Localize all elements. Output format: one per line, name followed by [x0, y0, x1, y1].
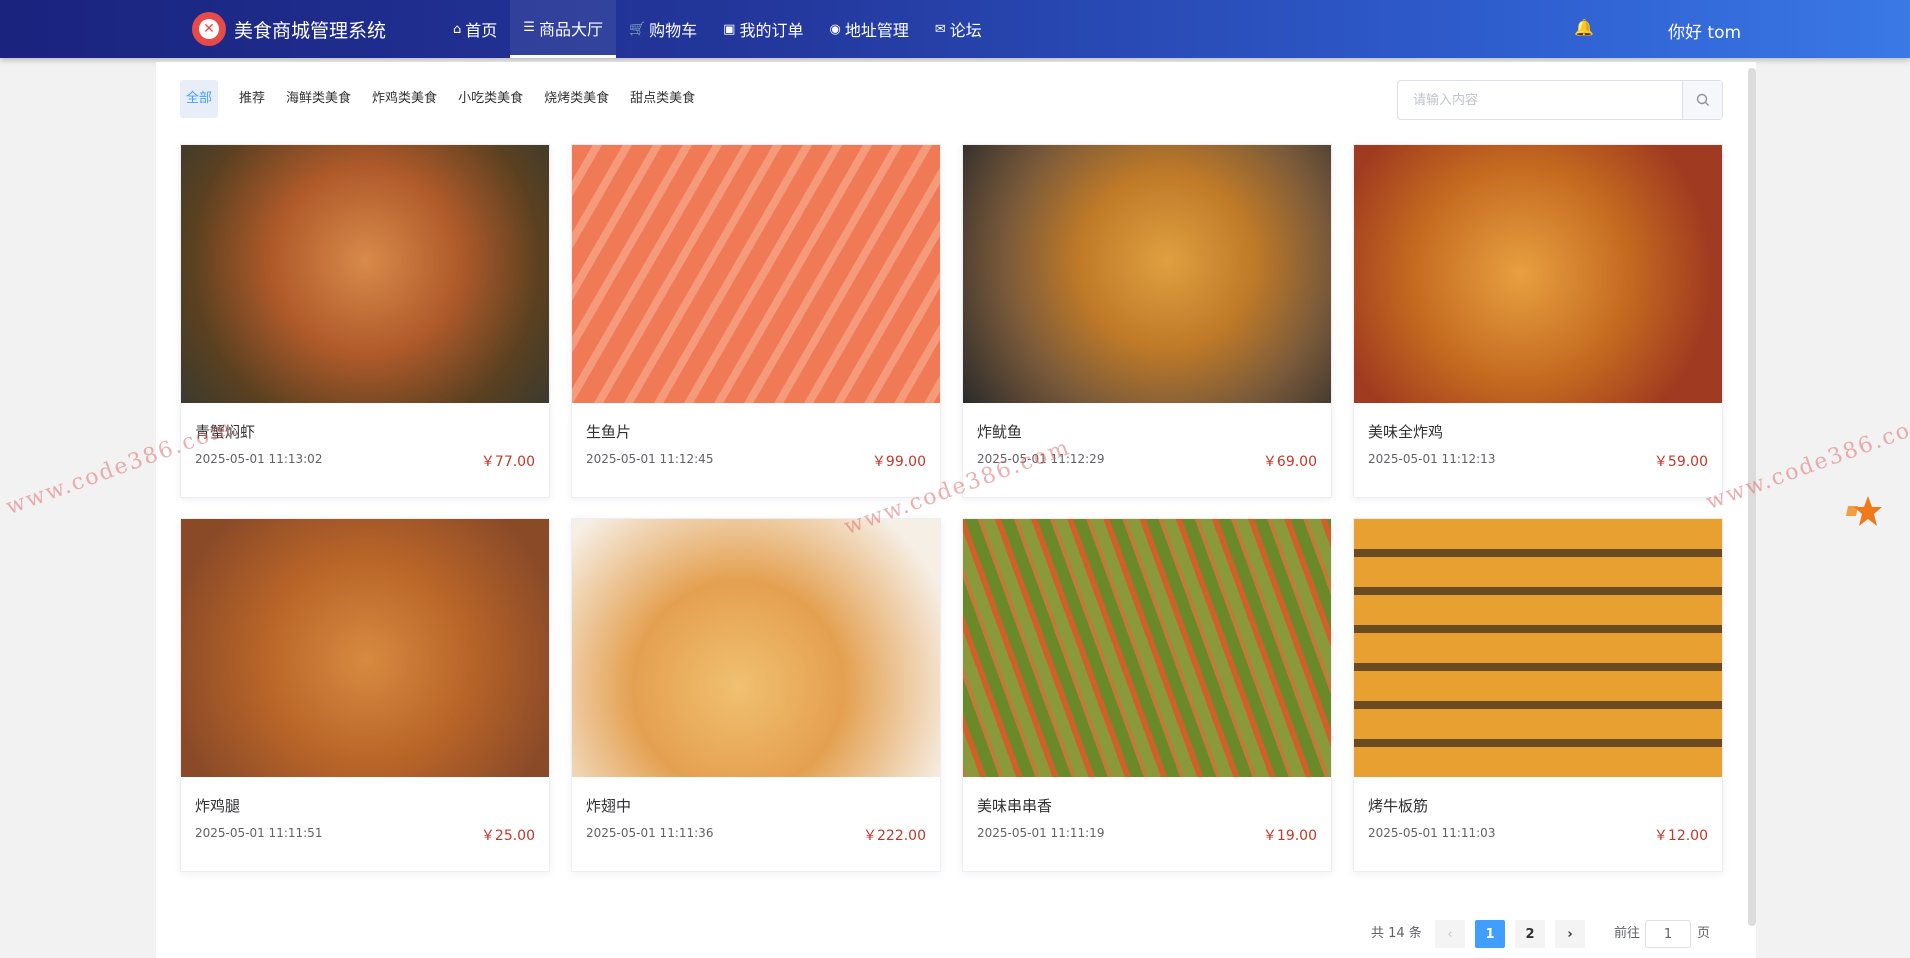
product-image[interactable] [181, 145, 549, 403]
product-time: 2025-05-01 11:11:36 [586, 826, 714, 840]
nav-cart[interactable]: 🛒 购物车 [616, 0, 710, 58]
product-card[interactable]: 青蟹焖虾 2025-05-01 11:13:02 ￥77.00 [180, 144, 550, 498]
nav-forum[interactable]: ✉ 论坛 [922, 0, 995, 58]
page-button-2[interactable]: 2 [1515, 920, 1545, 948]
product-card[interactable]: 炸鸡腿 2025-05-01 11:11:51 ￥25.00 [180, 518, 550, 872]
nav-cart-label: 购物车 [649, 21, 698, 40]
cc-icon: ▣ [723, 21, 736, 37]
main-nav: ⌂ 首页 ☰ 商品大厅 🛒 购物车 ▣ 我的订单 ◉ 地址管理 ✉ 论坛 [440, 0, 995, 58]
pagination-total: 共 14 条 [1371, 926, 1422, 941]
product-image[interactable] [1354, 145, 1722, 403]
prev-page-button[interactable]: ‹ [1435, 920, 1465, 948]
product-time: 2025-05-01 11:12:13 [1368, 452, 1496, 466]
user-greeting[interactable]: 你好 tom [1668, 18, 1741, 43]
page-button-1[interactable]: 1 [1475, 920, 1505, 948]
cart-icon: 🛒 [628, 21, 646, 37]
goto-suffix: 页 [1697, 926, 1711, 941]
product-name: 美味串串香 [977, 797, 1053, 815]
product-price: ￥69.00 [1262, 454, 1317, 470]
next-page-button[interactable]: › [1555, 920, 1585, 948]
list-icon: ☰ [523, 20, 535, 35]
goto-prefix: 前往 [1614, 926, 1641, 941]
top-navbar: ✕ 美食商城管理系统 ⌂ 首页 ☰ 商品大厅 🛒 购物车 ▣ 我的订单 ◉ 地址… [0, 0, 1910, 58]
nav-address-label: 地址管理 [844, 21, 909, 40]
nav-forum-label: 论坛 [949, 21, 982, 40]
search-button[interactable] [1682, 81, 1722, 119]
mail-icon: ✉ [934, 21, 946, 37]
category-recommend[interactable]: 推荐 [239, 80, 265, 118]
home-icon: ⌂ [453, 21, 462, 37]
logo-icon: ✕ [192, 12, 226, 46]
product-time: 2025-05-01 11:11:03 [1368, 826, 1496, 840]
product-name: 美味全炸鸡 [1368, 423, 1444, 441]
product-card[interactable]: 美味全炸鸡 2025-05-01 11:12:13 ￥59.00 [1353, 144, 1723, 498]
product-price: ￥99.00 [871, 454, 926, 470]
product-image[interactable] [963, 519, 1331, 777]
category-fried-chicken[interactable]: 炸鸡类美食 [372, 80, 437, 118]
product-image[interactable] [572, 145, 940, 403]
product-card[interactable]: 炸翅中 2025-05-01 11:11:36 ￥222.00 [571, 518, 941, 872]
favorite-star-icon[interactable] [1842, 492, 1882, 532]
product-time: 2025-05-01 11:11:51 [195, 826, 323, 840]
app-title: 美食商城管理系统 [234, 20, 387, 42]
product-time: 2025-05-01 11:11:19 [977, 826, 1105, 840]
category-all[interactable]: 全部 [180, 80, 219, 118]
product-image[interactable] [963, 145, 1331, 403]
product-time: 2025-05-01 11:12:45 [586, 452, 714, 466]
goto-page-input[interactable] [1645, 920, 1691, 948]
product-price: ￥77.00 [480, 454, 535, 470]
nav-home[interactable]: ⌂ 首页 [440, 0, 510, 58]
bell-icon[interactable]: 🔔 [1574, 18, 1594, 37]
search-box [1397, 80, 1723, 120]
product-price: ￥12.00 [1653, 828, 1708, 844]
product-card[interactable]: 炸鱿鱼 2025-05-01 11:12:29 ￥69.00 [962, 144, 1332, 498]
product-image[interactable] [181, 519, 549, 777]
product-price: ￥25.00 [480, 828, 535, 844]
product-card[interactable]: 生鱼片 2025-05-01 11:12:45 ￥99.00 [571, 144, 941, 498]
product-name: 炸鸡腿 [195, 797, 241, 815]
product-card[interactable]: 烤牛板筋 2025-05-01 11:11:03 ￥12.00 [1353, 518, 1723, 872]
product-price: ￥59.00 [1653, 454, 1708, 470]
product-name: 生鱼片 [586, 423, 632, 441]
nav-home-label: 首页 [465, 21, 498, 40]
product-time: 2025-05-01 11:13:02 [195, 452, 323, 466]
category-dessert[interactable]: 甜点类美食 [630, 80, 695, 118]
search-icon [1696, 93, 1709, 106]
category-bbq[interactable]: 烧烤类美食 [544, 80, 609, 118]
nav-orders[interactable]: ▣ 我的订单 [710, 0, 816, 58]
product-card[interactable]: 美味串串香 2025-05-01 11:11:19 ￥19.00 [962, 518, 1332, 872]
product-price: ￥19.00 [1262, 828, 1317, 844]
product-image[interactable] [1354, 519, 1722, 777]
nav-product-hall-label: 商品大厅 [538, 19, 603, 39]
search-input[interactable] [1398, 81, 1684, 119]
eye-icon: ◉ [829, 21, 841, 37]
category-tabs: 全部 推荐 海鲜类美食 炸鸡类美食 小吃类美食 烧烤类美食 甜点类美食 [180, 80, 716, 118]
product-name: 炸鱿鱼 [977, 423, 1023, 441]
chevron-right-icon: › [1567, 926, 1573, 942]
product-name: 炸翅中 [586, 797, 632, 815]
chevron-left-icon: ‹ [1447, 926, 1453, 942]
nav-orders-label: 我的订单 [739, 21, 804, 40]
product-image[interactable] [572, 519, 940, 777]
category-snacks[interactable]: 小吃类美食 [458, 80, 523, 118]
nav-product-hall[interactable]: ☰ 商品大厅 [510, 0, 616, 58]
category-seafood[interactable]: 海鲜类美食 [286, 80, 351, 118]
nav-address[interactable]: ◉ 地址管理 [816, 0, 921, 58]
product-price: ￥222.00 [863, 828, 926, 844]
product-name: 烤牛板筋 [1368, 797, 1429, 815]
